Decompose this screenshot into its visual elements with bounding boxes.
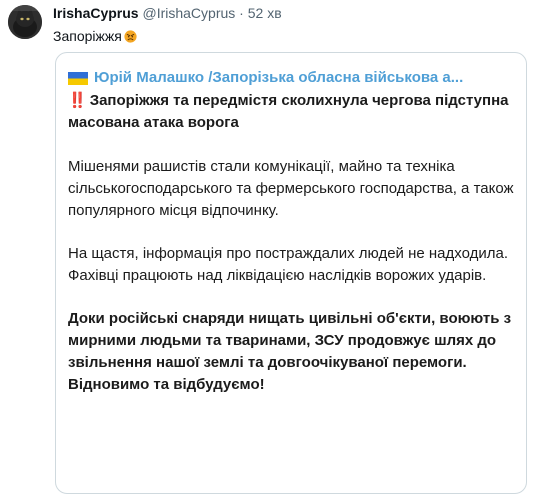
embedded-post-card[interactable]: Юрій Малашко /Запорізька обласна військо…	[55, 52, 527, 494]
angry-face-icon	[124, 29, 137, 43]
double-exclamation-icon: ‼️	[68, 92, 87, 109]
avatar-cat-image	[8, 5, 42, 39]
tweet-text: Запоріжжя	[53, 27, 137, 45]
card-title-row[interactable]: Юрій Малашко /Запорізька обласна військо…	[68, 68, 508, 88]
header-separator: ·	[239, 5, 244, 21]
avatar[interactable]	[8, 5, 42, 39]
card-paragraph-2-line-2: Фахівці працюють над ліквідацією наслідк…	[68, 267, 487, 284]
tweet-header: IrishaCyprus @IrishaCyprus · 52 хв	[53, 4, 282, 22]
author-handle[interactable]: @IrishaCyprus	[142, 5, 235, 21]
card-paragraph-2-line-1: На щастя, інформація про постраждалих лю…	[68, 245, 509, 262]
card-headline: ‼️ Запоріжжя та передмістя сколихнула чер…	[68, 90, 514, 134]
author-name[interactable]: IrishaCyprus	[53, 5, 139, 21]
card-paragraph-3-end: Відновимо та відбудуємо!	[68, 376, 265, 393]
card-headline-text: Запоріжжя та передмістя сколихнула черго…	[68, 92, 509, 131]
card-paragraph-3: Доки російські снаряди нищать цивільні о…	[68, 310, 512, 371]
tweet-text-content: Запоріжжя	[53, 28, 122, 44]
card-title[interactable]: Юрій Малашко /Запорізька обласна військо…	[94, 68, 463, 88]
tweet-timestamp[interactable]: 52 хв	[248, 5, 282, 21]
card-body: ‼️ Запоріжжя та передмістя сколихнула чер…	[68, 90, 514, 396]
ukraine-flag-icon	[68, 71, 88, 85]
card-paragraph-1: Мішенями рашистів стали комунікації, май…	[68, 158, 514, 219]
